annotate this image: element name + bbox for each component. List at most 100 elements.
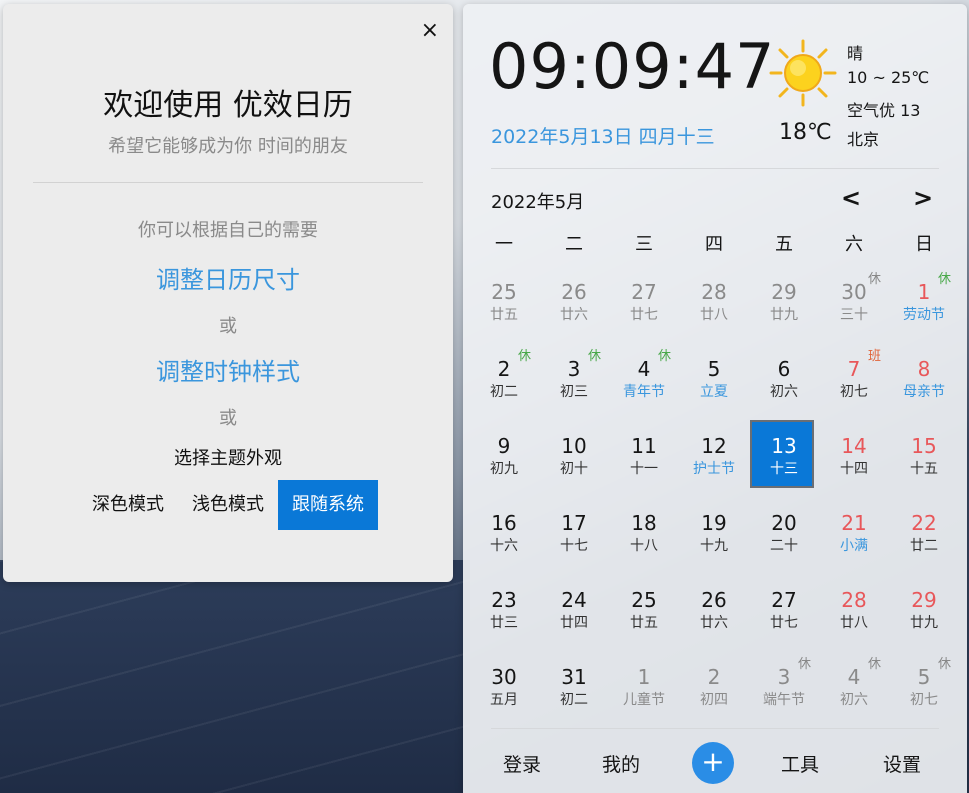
calendar-day[interactable]: 8 母亲节 [889,343,959,420]
calendar-day[interactable]: 12 护士节 [679,420,749,497]
day-number: 21 [841,511,867,535]
day-number: 28 [701,280,727,304]
follow-system-button[interactable]: 跟随系统 [278,480,378,530]
calendar-grid: 25 廿五 26 廿六 27 廿七 28 廿八 29 廿九 30 三十休 1 劳动节休 2 初二休 3 初三休 4 青… [469,266,959,728]
day-number: 20 [771,511,797,535]
calendar-day[interactable]: 25 廿五 [469,266,539,343]
welcome-hint: 你可以根据自己的需要 [138,220,318,241]
calendar-day[interactable]: 9 初九 [469,420,539,497]
lunar-date: 初七 [840,384,868,400]
mine-button[interactable]: 我的 [602,750,640,777]
light-mode-button[interactable]: 浅色模式 [178,480,278,530]
calendar-day[interactable]: 3 端午节休 [749,651,819,728]
adjust-size-link[interactable]: 调整日历尺寸 [3,260,453,295]
calendar-day[interactable]: 21 小满 [819,497,889,574]
calendar-day[interactable]: 7 初七班 [819,343,889,420]
calendar-day-today[interactable]: 13 十三 [749,420,819,497]
calendar-day[interactable]: 30 五月 [469,651,539,728]
lunar-date: 初十 [560,461,588,477]
sun-icon [769,39,837,107]
calendar-day[interactable]: 2 初二休 [469,343,539,420]
calendar-day[interactable]: 4 青年节休 [609,343,679,420]
desktop-background-lines [0,560,470,793]
add-icon[interactable]: + [692,742,734,784]
login-button[interactable]: 登录 [503,750,541,777]
calendar-day[interactable]: 26 廿六 [679,574,749,651]
day-number: 8 [917,357,931,381]
month-label[interactable]: 2022年5月 [491,188,584,214]
day-number: 25 [631,588,657,612]
lunar-date: 廿四 [560,615,588,631]
current-temperature: 18℃ [779,120,832,145]
lunar-date: 母亲节 [903,384,945,400]
calendar-day[interactable]: 1 劳动节休 [889,266,959,343]
calendar-day[interactable]: 19 十九 [679,497,749,574]
day-number: 16 [491,511,517,535]
lunar-date: 廿五 [490,307,518,323]
calendar-day[interactable]: 2 初四 [679,651,749,728]
calendar-day[interactable]: 23 廿三 [469,574,539,651]
weekday-label: 日 [915,234,933,255]
lunar-date: 十九 [700,538,728,554]
lunar-date: 儿童节 [623,692,665,708]
prev-month-button[interactable]: < [841,184,861,212]
weekday-label: 六 [845,234,863,255]
calendar-day[interactable]: 5 立夏 [679,343,749,420]
calendar-day[interactable]: 18 十八 [609,497,679,574]
calendar-day[interactable]: 30 三十休 [819,266,889,343]
calendar-day[interactable]: 17 十七 [539,497,609,574]
lunar-date: 十五 [910,461,938,477]
lunar-date: 初七 [910,692,938,708]
calendar-day[interactable]: 22 廿二 [889,497,959,574]
lunar-date: 廿九 [910,615,938,631]
adjust-clock-link[interactable]: 调整时钟样式 [3,352,453,387]
calendar-day[interactable]: 6 初六 [749,343,819,420]
welcome-title: 欢迎使用 优效日历 [103,88,353,123]
calendar-day[interactable]: 28 廿八 [679,266,749,343]
calendar-day[interactable]: 14 十四 [819,420,889,497]
close-icon[interactable]: × [421,20,439,42]
holiday-badge: 休 [867,272,881,287]
divider [491,168,939,169]
calendar-day[interactable]: 29 廿九 [749,266,819,343]
calendar-day[interactable]: 3 初三休 [539,343,609,420]
day-number: 12 [701,434,727,458]
footer-bar: 登录 我的 + 工具 设置 [463,742,967,786]
holiday-badge: 休 [937,657,951,672]
calendar-day[interactable]: 25 廿五 [609,574,679,651]
city-name[interactable]: 北京 [847,126,879,150]
calendar-day[interactable]: 31 初二 [539,651,609,728]
calendar-day[interactable]: 24 廿四 [539,574,609,651]
day-number: 22 [911,511,937,535]
calendar-day[interactable]: 11 十一 [609,420,679,497]
calendar-day[interactable]: 16 十六 [469,497,539,574]
calendar-day[interactable]: 20 二十 [749,497,819,574]
welcome-panel: × 欢迎使用 优效日历 希望它能够成为你 时间的朋友 你可以根据自己的需要 调整… [3,4,453,582]
day-number: 13 [771,434,797,458]
air-quality: 空气优 13 [847,101,921,120]
lunar-date: 二十 [770,538,798,554]
weekday-label: 三 [635,234,653,255]
settings-button[interactable]: 设置 [883,750,921,777]
calendar-day[interactable]: 4 初六休 [819,651,889,728]
calendar-day[interactable]: 26 廿六 [539,266,609,343]
calendar-day[interactable]: 10 初十 [539,420,609,497]
day-number: 31 [561,665,587,689]
calendar-day[interactable]: 1 儿童节 [609,651,679,728]
dark-mode-button[interactable]: 深色模式 [78,480,178,530]
tools-button[interactable]: 工具 [781,750,819,777]
calendar-day[interactable]: 27 廿七 [609,266,679,343]
calendar-day[interactable]: 29 廿九 [889,574,959,651]
calendar-day[interactable]: 28 廿八 [819,574,889,651]
calendar-day[interactable]: 5 初七休 [889,651,959,728]
day-number: 23 [491,588,517,612]
next-month-button[interactable]: > [913,184,933,212]
clock-date[interactable]: 2022年5月13日 四月十三 [491,122,715,149]
calendar-day[interactable]: 15 十五 [889,420,959,497]
lunar-date: 青年节 [623,384,665,400]
divider [491,728,939,729]
day-number: 29 [911,588,937,612]
holiday-badge: 休 [937,272,951,287]
calendar-panel: 09:09:47 2022年5月13日 四月十三 18℃ 晴 10 ~ 25℃ … [463,4,967,793]
calendar-day[interactable]: 27 廿七 [749,574,819,651]
